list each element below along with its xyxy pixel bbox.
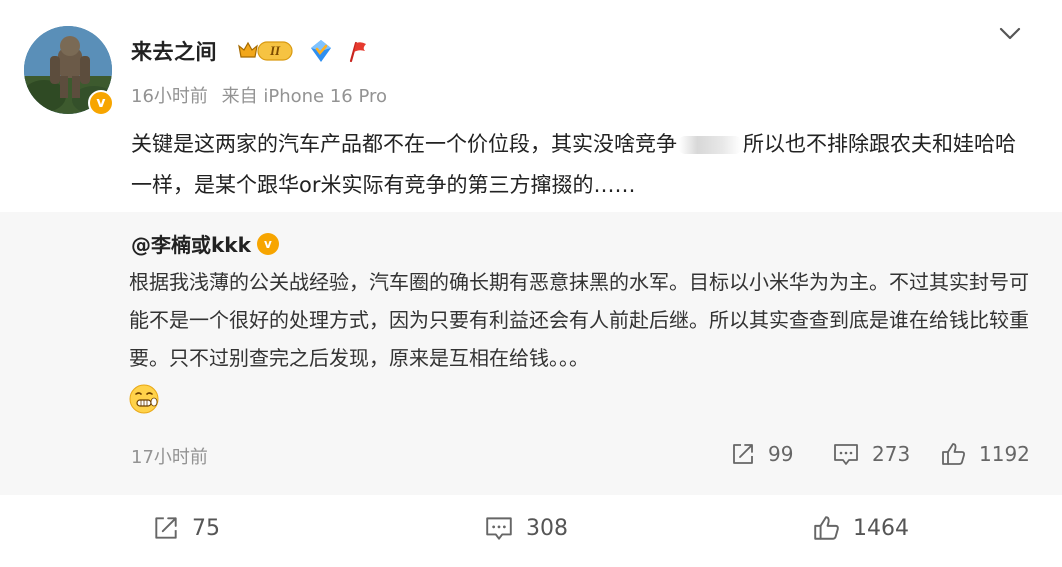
repost-share-count: 99 [768,442,794,466]
chevron-down-icon[interactable] [998,26,1022,42]
share-count: 75 [192,515,220,541]
repost-time[interactable]: 17小时前 [131,443,208,469]
crown-badge-icon[interactable]: II [236,38,296,64]
repost-comment-count: 273 [872,442,911,466]
verified-badge: v [88,90,114,116]
blue-diamond-icon[interactable] [308,38,334,64]
share-button[interactable]: 75 [152,514,220,542]
comment-icon [486,517,512,540]
post-text: 关键是这两家的汽车产品都不在一个价位段，其实没啥竞争 所以也不排除跟农夫和娃哈哈一… [131,124,1031,206]
repost-text: 根据我浅薄的公关战经验，汽车圈的确长期有恶意抹黑的水军。目标以小米华为为主。不过… [129,270,1029,370]
repost-share-button[interactable]: 99 [730,441,793,467]
share-icon [155,517,177,539]
username[interactable]: 来去之间 [131,36,217,66]
comment-count: 308 [526,515,568,541]
repost-like-button[interactable]: 1192 [940,441,1030,467]
post-text-part1: 关键是这两家的汽车产品都不在一个价位段，其实没啥竞争 [131,132,677,156]
like-count: 1464 [853,515,909,541]
repost-verified-badge: v [256,232,279,255]
comment-button[interactable]: 308 [484,514,568,542]
repost-comment-button[interactable]: 273 [832,441,910,467]
post-meta: 16小时前 来自 iPhone 16 Pro [131,82,395,108]
comment-icon [834,444,858,465]
post-time[interactable]: 16小时前 [131,86,208,107]
repost-author-name[interactable]: @李楠或kkk [131,229,251,258]
like-icon [942,443,965,465]
post-source: 来自 iPhone 16 Pro [221,86,388,107]
red-flag-icon[interactable] [346,39,370,63]
crown-badge-level: II [269,43,281,58]
repost-like-count: 1192 [979,442,1030,466]
share-icon [733,444,753,464]
like-icon [814,516,839,540]
blurred-text [679,136,741,154]
like-button[interactable]: 1464 [812,514,909,542]
user-badges: II [236,38,370,64]
grimace-emoji-icon [129,384,159,414]
repost-author[interactable]: @李楠或kkk v [131,229,279,258]
weibo-post-card: v 来去之间 II 16小时前 来自 iPhone 16 Pro 关键是这两家的… [0,0,1062,567]
